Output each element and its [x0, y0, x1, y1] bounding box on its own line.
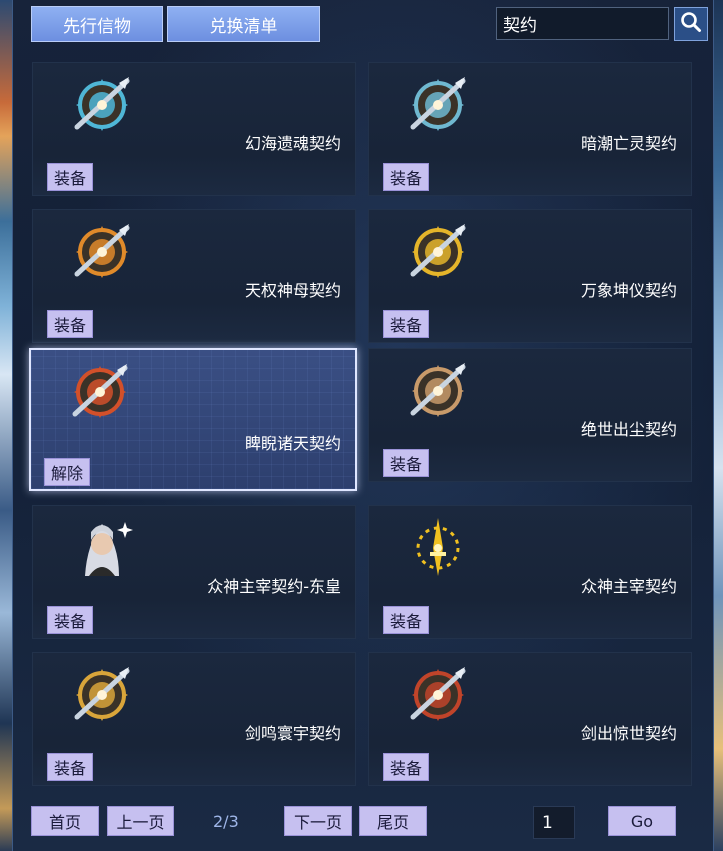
next-page-button[interactable]: 下一页 — [284, 806, 352, 836]
equip-button[interactable]: 装备 — [383, 310, 429, 338]
character-portrait-icon — [67, 514, 137, 580]
flame-emblem-icon — [65, 358, 135, 424]
contract-card[interactable]: 万象坤仪契约装备 — [368, 209, 692, 343]
contract-name: 万象坤仪契约 — [580, 281, 677, 300]
contract-name: 众神主宰契约-东皇 — [207, 577, 341, 596]
contract-card[interactable]: 众神主宰契约装备 — [368, 505, 692, 639]
contract-name: 睥睨诸天契约 — [244, 434, 341, 453]
contract-name: 幻海遗魂契约 — [244, 134, 341, 153]
search-input[interactable] — [496, 7, 669, 40]
sword-emblem-icon — [403, 71, 473, 137]
tab-exchange-list[interactable]: 兑换清单 — [167, 6, 320, 42]
contract-card[interactable]: 天权神母契约装备 — [32, 209, 356, 343]
go-button[interactable]: Go — [608, 806, 676, 836]
page-indicator: 2/3 — [213, 812, 239, 831]
equip-button[interactable]: 装备 — [47, 163, 93, 191]
page-number-input[interactable] — [533, 806, 575, 839]
contract-name: 绝世出尘契约 — [580, 420, 677, 439]
equip-button[interactable]: 装备 — [383, 606, 429, 634]
equip-button[interactable]: 装备 — [47, 310, 93, 338]
contract-card[interactable]: 绝世出尘契约装备 — [368, 348, 692, 482]
golden-star-emblem-icon — [67, 661, 137, 727]
contract-name: 剑鸣寰宇契约 — [244, 724, 341, 743]
contract-name: 天权神母契约 — [244, 281, 341, 300]
crimson-emblem-icon — [403, 661, 473, 727]
tab-pioneer-tokens[interactable]: 先行信物 — [31, 6, 163, 42]
contract-card[interactable]: 睥睨诸天契约解除 — [29, 348, 357, 491]
search-icon — [680, 11, 702, 37]
jeweled-emblem-icon — [67, 218, 137, 284]
last-page-button[interactable]: 尾页 — [359, 806, 427, 836]
search-button[interactable] — [674, 7, 708, 41]
equip-button[interactable]: 装备 — [383, 163, 429, 191]
equip-button[interactable]: 装备 — [383, 449, 429, 477]
golden-blade-icon — [403, 514, 473, 580]
contract-card[interactable]: 剑鸣寰宇契约装备 — [32, 652, 356, 786]
prev-page-button[interactable]: 上一页 — [107, 806, 174, 836]
equip-button[interactable]: 装备 — [383, 753, 429, 781]
contract-card[interactable]: 众神主宰契约-东皇装备 — [32, 505, 356, 639]
golden-emblem-icon — [403, 218, 473, 284]
first-page-button[interactable]: 首页 — [31, 806, 99, 836]
sword-emblem-icon — [67, 71, 137, 137]
equip-button[interactable]: 装备 — [47, 753, 93, 781]
contract-card[interactable]: 暗潮亡灵契约装备 — [368, 62, 692, 196]
contract-name: 剑出惊世契约 — [580, 724, 677, 743]
contract-name: 众神主宰契约 — [580, 577, 677, 596]
silver-emblem-icon — [403, 357, 473, 423]
contract-name: 暗潮亡灵契约 — [580, 134, 677, 153]
equip-button[interactable]: 装备 — [47, 606, 93, 634]
unequip-button[interactable]: 解除 — [44, 458, 90, 486]
contract-card[interactable]: 幻海遗魂契约装备 — [32, 62, 356, 196]
contract-card[interactable]: 剑出惊世契约装备 — [368, 652, 692, 786]
